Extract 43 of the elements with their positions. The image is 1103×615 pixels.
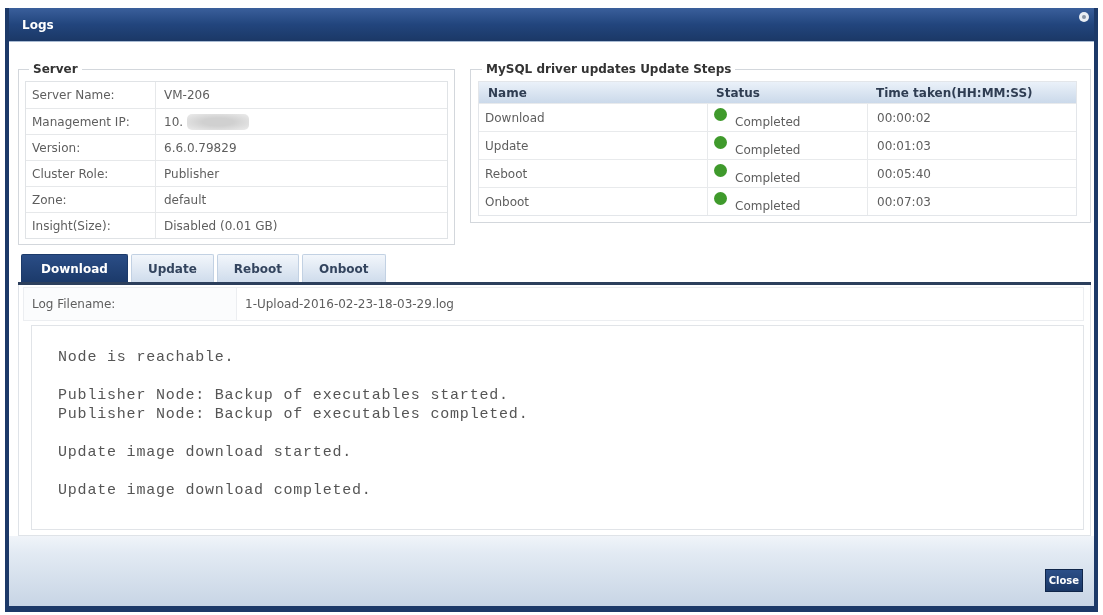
field-value: VM-206 <box>164 88 210 102</box>
log-line: Publisher Node: Backup of executables completed. <box>58 405 529 424</box>
column-header: Name <box>488 85 527 100</box>
field-label: Management IP: <box>32 114 130 129</box>
step-status: Completed <box>735 115 801 129</box>
field-label: Zone: <box>32 192 67 207</box>
tab[interactable]: Download <box>21 254 128 282</box>
step-name: Download <box>485 110 545 125</box>
log-line: Update image download completed. <box>58 481 372 500</box>
field-value: 10. <box>164 114 184 129</box>
field-value: 6.6.0.79829 <box>164 140 237 155</box>
step-name: Update <box>485 138 529 153</box>
step-status: Completed <box>735 199 801 213</box>
window-title: Logs <box>22 17 54 32</box>
field-value: 1-Upload-2016-02-23-18-03-29.log <box>245 297 454 311</box>
tab[interactable]: Onboot <box>302 254 386 282</box>
log-line: Publisher Node: Backup of executables started. <box>58 386 509 405</box>
close-button[interactable]: Close <box>1044 569 1083 592</box>
close-icon[interactable] <box>1079 11 1089 22</box>
field-label: Cluster Role: <box>32 166 109 181</box>
log-line: Update image download started. <box>58 443 353 462</box>
field-label: Log Filename: <box>32 297 116 311</box>
step-name: Onboot <box>485 194 530 209</box>
step-time: 00:01:03 <box>877 138 931 153</box>
step-name: Reboot <box>485 166 528 181</box>
step-time: 00:07:03 <box>877 194 931 209</box>
field-value: Publisher <box>164 166 220 181</box>
field-label: Insight(Size): <box>32 218 111 233</box>
panel-legend: Server <box>29 62 82 76</box>
field-label: Version: <box>32 140 81 155</box>
panel-legend: MySQL driver updates Update Steps <box>482 62 736 76</box>
step-status: Completed <box>735 143 801 157</box>
tab[interactable]: Reboot <box>216 254 299 282</box>
column-header: Time taken(HH:MM:SS) <box>876 85 1033 100</box>
tab[interactable]: Update <box>130 254 214 282</box>
step-status: Completed <box>735 171 801 185</box>
step-time: 00:00:02 <box>877 110 931 125</box>
column-header: Status <box>716 85 760 100</box>
field-value: Disabled (0.01 GB) <box>164 218 278 233</box>
field-value: default <box>164 192 207 207</box>
step-time: 00:05:40 <box>877 166 931 181</box>
field-label: Server Name: <box>32 88 115 102</box>
log-line: Node is reachable. <box>58 348 235 367</box>
